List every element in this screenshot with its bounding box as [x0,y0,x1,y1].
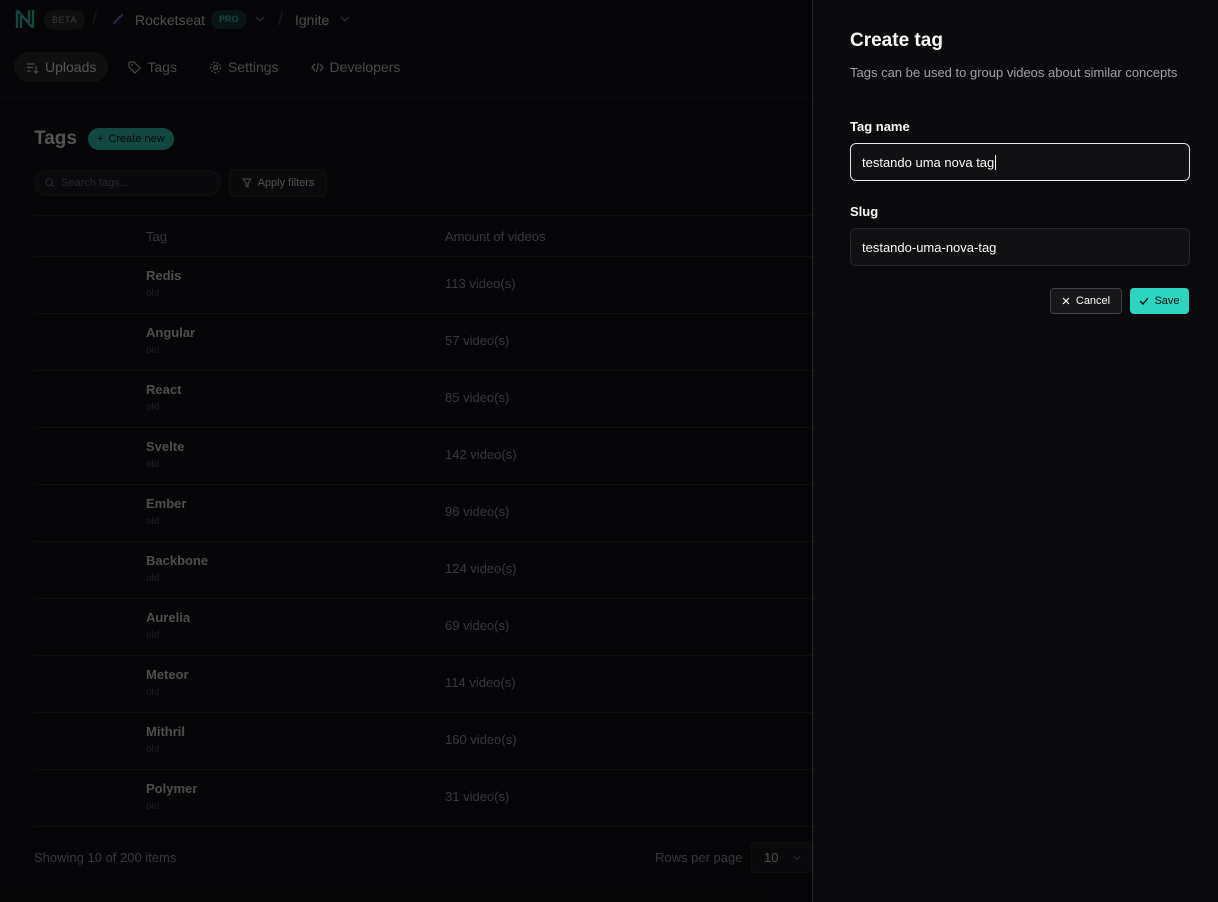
tag-name-input[interactable]: testando uma nova tag [850,143,1190,181]
cancel-label: Cancel [1075,295,1111,307]
slug-input[interactable]: testando-uma-nova-tag [850,228,1190,266]
sheet-title: Create tag [850,30,943,51]
modal-overlay[interactable] [0,0,812,902]
check-icon [1139,297,1149,305]
slug-value: testando-uma-nova-tag [862,239,997,255]
save-label: Save [1154,295,1180,307]
text-caret [995,154,997,170]
create-tag-sheet: Create tag Tags can be used to group vid… [812,0,1218,902]
sheet-description: Tags can be used to group videos about s… [850,65,1178,80]
slug-label: Slug [850,204,879,219]
save-button[interactable]: Save [1130,288,1189,314]
tag-name-label: Tag name [850,119,910,134]
tag-name-value: testando uma nova tag [862,154,995,170]
cancel-button[interactable]: Cancel [1050,288,1122,314]
close-icon [1062,297,1070,305]
